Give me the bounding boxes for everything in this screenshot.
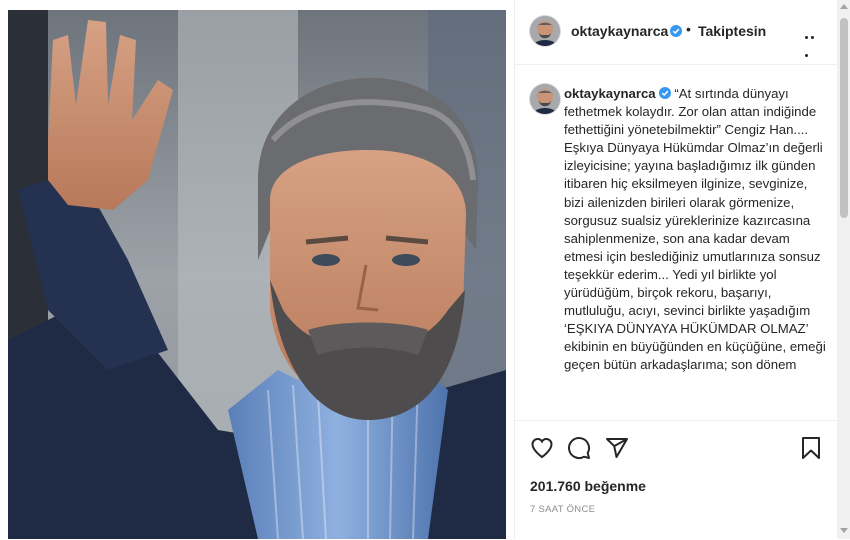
scroll-down-arrow[interactable]: [840, 528, 848, 533]
post-header: oktaykaynarca • Takiptesin: [515, 0, 837, 65]
scrollbar[interactable]: [837, 0, 850, 539]
scroll-up-arrow[interactable]: [840, 4, 848, 9]
avatar-image: [530, 84, 560, 114]
action-bar: 201.760 beğenme 7 SAAT ÖNCE: [515, 420, 837, 540]
header-username[interactable]: oktaykaynarca: [571, 23, 668, 39]
caption-username[interactable]: oktaykaynarca: [564, 86, 656, 101]
caption-avatar[interactable]: [530, 84, 560, 114]
verified-badge-icon: [667, 23, 682, 41]
post-media: [0, 0, 515, 539]
separator-dot: •: [686, 21, 691, 37]
verified-badge-icon: [658, 87, 671, 99]
heart-icon[interactable]: [530, 436, 554, 460]
avatar-image: [530, 16, 560, 46]
following-button[interactable]: Takiptesin: [698, 23, 766, 39]
comment-icon[interactable]: [567, 436, 591, 460]
scrollbar-thumb[interactable]: [840, 18, 848, 218]
post-timestamp[interactable]: 7 SAAT ÖNCE: [530, 504, 595, 515]
share-icon[interactable]: [605, 436, 629, 460]
photo-illustration: [8, 10, 506, 539]
caption-section: oktaykaynarca “At sırtında dünyayı fethe…: [515, 65, 837, 419]
avatar[interactable]: [530, 16, 560, 46]
caption-text: oktaykaynarca “At sırtında dünyayı fethe…: [564, 85, 828, 375]
more-options-icon[interactable]: [805, 26, 821, 57]
post-photo[interactable]: [8, 10, 506, 539]
caption-body: “At sırtında dünyayı fethetmek kolaydır.…: [564, 86, 826, 373]
bookmark-icon[interactable]: [799, 436, 823, 460]
likes-count[interactable]: 201.760 beğenme: [530, 478, 646, 494]
post-side-panel: oktaykaynarca • Takiptesin oktaykaynarca…: [514, 0, 850, 539]
